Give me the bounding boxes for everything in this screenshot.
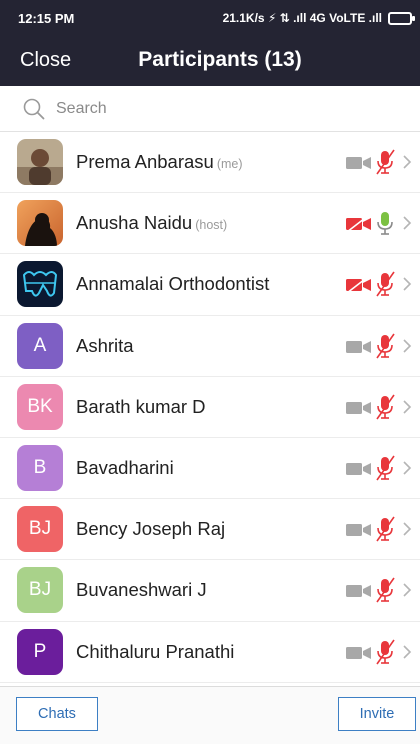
participant-name: Barath kumar D: [76, 396, 206, 418]
chevron-right-icon: [403, 583, 412, 597]
participant-name-text: Bavadharini: [76, 457, 174, 479]
chevron-right-icon: [403, 155, 412, 169]
participant-name: Prema Anbarasu (me): [76, 151, 243, 173]
participant-name-text: Prema Anbarasu: [76, 151, 214, 173]
participant-controls: [344, 622, 412, 682]
avatar-initials: BJ: [28, 579, 52, 601]
mic-muted-icon[interactable]: [374, 515, 396, 543]
avatar: [17, 261, 63, 308]
participant-name: Ashrita: [76, 335, 134, 357]
chevron-right-icon: [403, 339, 412, 353]
video-off-icon[interactable]: [344, 518, 374, 540]
avatar: P: [17, 628, 63, 675]
avatar-initials: BK: [27, 395, 53, 417]
avatar: BK: [17, 383, 63, 430]
participant-row[interactable]: A Ashrita: [0, 316, 420, 377]
participant-row[interactable]: BK Barath kumar D: [0, 377, 420, 438]
participant-row[interactable]: BJ Buvaneshwari J: [0, 560, 420, 622]
participant-controls: [344, 560, 412, 620]
chevron-right-icon: [403, 461, 412, 475]
avatar: [17, 200, 63, 247]
video-off-icon[interactable]: [344, 335, 374, 357]
participant-role-tag: (me): [216, 157, 243, 172]
participant-controls: [344, 377, 412, 437]
avatar: A: [17, 322, 63, 369]
mic-muted-icon[interactable]: [374, 638, 396, 666]
mic-muted-icon[interactable]: [374, 454, 396, 482]
participant-row[interactable]: Annamalai Orthodontist: [0, 254, 420, 316]
avatar-initials: A: [33, 334, 47, 356]
search-bar: [0, 86, 420, 132]
invite-button[interactable]: Invite: [338, 697, 416, 731]
avatar-initials: P: [33, 640, 47, 662]
chevron-right-icon: [403, 216, 412, 230]
participant-role-tag: (host): [195, 218, 228, 233]
chevron-right-icon: [403, 645, 412, 659]
participant-row[interactable]: Prema Anbarasu (me): [0, 132, 420, 194]
footer-bar: Chats Invite: [0, 686, 420, 744]
status-bar: 12:15 PM 21.1K/s ⚡ ⇅ .ıll 4G VoLTE .ıll: [0, 0, 420, 36]
mic-muted-icon[interactable]: [374, 148, 396, 176]
participant-name-text: Ashrita: [76, 334, 134, 356]
participant-row[interactable]: BJ Bency Joseph Raj: [0, 499, 420, 561]
participant-list: Prema Anbarasu (me) Anusha Naidu (host) Anna…: [0, 132, 420, 683]
status-time: 12:15 PM: [18, 10, 75, 26]
mic-muted-icon[interactable]: [374, 270, 396, 298]
participant-row[interactable]: B Bavadharini: [0, 438, 420, 500]
avatar: B: [17, 445, 63, 492]
participant-controls: [344, 132, 412, 192]
network-indicators: 21.1K/s ⚡ ⇅ .ıll 4G VoLTE .ıll: [222, 11, 382, 25]
participant-name-text: Barath kumar D: [76, 395, 206, 417]
participant-controls: [344, 193, 412, 253]
avatar-initials: B: [33, 457, 47, 479]
chats-button[interactable]: Chats: [16, 697, 98, 731]
participant-name: Anusha Naidu (host): [76, 212, 227, 234]
participant-row[interactable]: P Chithaluru Pranathi: [0, 622, 420, 683]
video-off-icon[interactable]: [344, 579, 374, 601]
avatar: [17, 139, 63, 186]
avatar: BJ: [17, 567, 63, 614]
participant-name-text: Chithaluru Pranathi: [76, 640, 235, 662]
participant-controls: [344, 499, 412, 559]
participant-controls: [344, 438, 412, 498]
participant-name-text: Annamalai Orthodontist: [76, 273, 270, 295]
participant-name: Annamalai Orthodontist: [76, 273, 269, 295]
participant-controls: [344, 254, 412, 314]
participant-name: Chithaluru Pranathi: [76, 641, 234, 663]
video-off-icon[interactable]: [344, 212, 374, 234]
video-off-icon[interactable]: [344, 457, 374, 479]
mic-on-icon[interactable]: [374, 209, 396, 237]
video-off-icon[interactable]: [344, 396, 374, 418]
avatar: BJ: [17, 506, 63, 553]
mic-muted-icon[interactable]: [374, 393, 396, 421]
participant-name: Buvaneshwari J: [76, 579, 207, 601]
video-off-icon[interactable]: [344, 641, 374, 663]
chevron-right-icon: [403, 400, 412, 414]
nav-bar: Close Participants (13): [0, 36, 420, 86]
participant-name: Bency Joseph Raj: [76, 518, 225, 540]
mic-muted-icon[interactable]: [374, 332, 396, 360]
participant-controls: [344, 316, 412, 376]
participant-name-text: Anusha Naidu: [76, 212, 193, 234]
search-icon: [23, 98, 45, 119]
participant-name-text: Buvaneshwari J: [76, 579, 207, 601]
video-off-icon[interactable]: [344, 273, 374, 295]
participant-row[interactable]: Anusha Naidu (host): [0, 193, 420, 255]
participant-name: Bavadharini: [76, 457, 174, 479]
chevron-right-icon: [403, 522, 412, 536]
page-title: Participants (13): [138, 48, 302, 71]
video-off-icon[interactable]: [344, 151, 374, 173]
mic-muted-icon[interactable]: [374, 576, 396, 604]
avatar-initials: BJ: [28, 518, 52, 540]
search-input[interactable]: [54, 98, 378, 119]
chevron-right-icon: [403, 277, 412, 292]
battery-icon: [388, 11, 415, 25]
status-indicators: 21.1K/s ⚡ ⇅ .ıll 4G VoLTE .ıll: [222, 11, 415, 25]
participant-name-text: Bency Joseph Raj: [76, 518, 226, 540]
top-bar: 12:15 PM 21.1K/s ⚡ ⇅ .ıll 4G VoLTE .ıll …: [0, 0, 420, 86]
